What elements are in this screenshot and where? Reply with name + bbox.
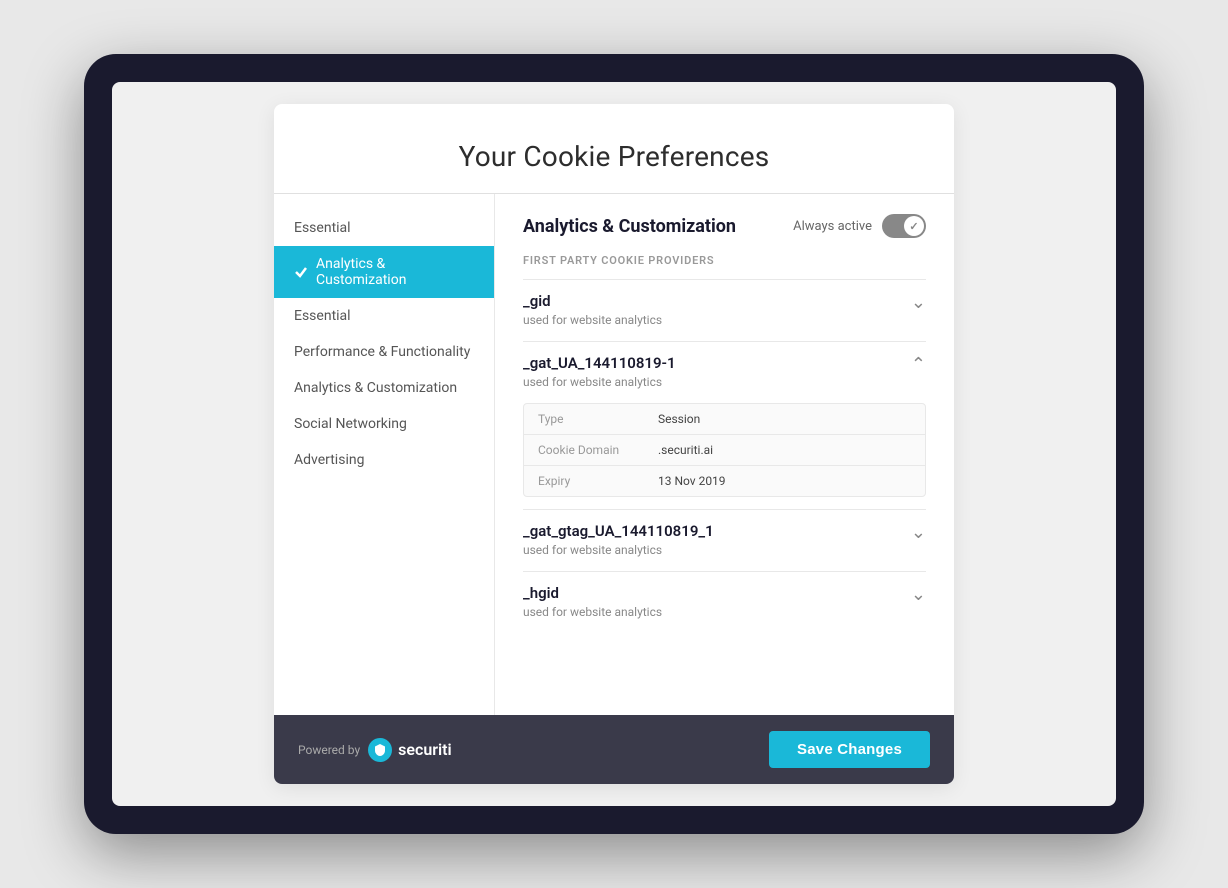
modal-body: Essential Analytics & Customization Esse… [274,194,954,715]
cookie-details-gat-ua: Type Session Cookie Domain .securiti.ai … [523,403,926,497]
cookie-desc-gat-ua: used for website analytics [523,375,676,389]
securiti-shield-icon [373,743,387,757]
content-header: Analytics & Customization Always active … [523,214,926,238]
chevron-down-icon-gat-gtag: ⌄ [911,524,926,542]
always-active-toggle[interactable]: ✓ [882,214,926,238]
sidebar-item-essential-top[interactable]: Essential [274,210,494,246]
device-frame: Your Cookie Preferences Essential Analyt… [84,54,1144,834]
cookie-desc-hgid: used for website analytics [523,605,662,619]
securiti-logo: securiti [368,738,452,762]
powered-by: Powered by securiti [298,738,452,762]
device-screen: Your Cookie Preferences Essential Analyt… [112,82,1116,806]
toggle-knob: ✓ [904,216,924,236]
toggle-check-icon: ✓ [909,220,918,233]
cookie-name-gat-gtag: _gat_gtag_UA_144110819_1 [523,522,714,540]
sidebar-item-social-networking[interactable]: Social Networking [274,406,494,442]
detail-value-type: Session [658,412,700,426]
securiti-brand-name: securiti [398,740,452,759]
detail-row-type: Type Session [524,404,925,435]
modal-header: Your Cookie Preferences [274,104,954,194]
detail-label-domain: Cookie Domain [538,443,658,457]
always-active-label: Always active [793,219,872,234]
content-title: Analytics & Customization [523,216,736,237]
sidebar-item-performance-functionality[interactable]: Performance & Functionality [274,334,494,370]
cookie-desc-gid: used for website analytics [523,313,662,327]
sidebar-item-analytics-customization-2[interactable]: Analytics & Customization [274,370,494,406]
chevron-up-icon-gat-ua: ⌃ [911,356,926,374]
sidebar-item-essential[interactable]: Essential [274,298,494,334]
cookie-row-gid[interactable]: _gid used for website analytics ⌄ [523,280,926,341]
cookie-row-gat-ua[interactable]: _gat_UA_144110819-1 used for website ana… [523,342,926,403]
cookie-item-hgid: _hgid used for website analytics ⌄ [523,571,926,633]
cookie-desc-gat-gtag: used for website analytics [523,543,714,557]
detail-value-domain: .securiti.ai [658,443,713,457]
always-active-container: Always active ✓ [793,214,926,238]
cookie-item-gat-ua: _gat_UA_144110819-1 used for website ana… [523,341,926,497]
cookie-item-gid: _gid used for website analytics ⌄ [523,279,926,341]
modal-title: Your Cookie Preferences [314,140,914,173]
save-changes-button[interactable]: Save Changes [769,731,930,768]
sidebar: Essential Analytics & Customization Esse… [274,194,494,715]
detail-label-type: Type [538,412,658,426]
cookie-row-hgid[interactable]: _hgid used for website analytics ⌄ [523,572,926,633]
content-area: Analytics & Customization Always active … [494,194,954,715]
chevron-down-icon-gid: ⌄ [911,294,926,312]
detail-value-expiry: 13 Nov 2019 [658,474,726,488]
sidebar-item-advertising[interactable]: Advertising [274,442,494,478]
chevron-down-icon-hgid: ⌄ [911,586,926,604]
cookie-row-gat-gtag[interactable]: _gat_gtag_UA_144110819_1 used for websit… [523,510,926,571]
sidebar-item-analytics-customization-active[interactable]: Analytics & Customization [274,246,494,298]
cookie-name-hgid: _hgid [523,584,662,602]
cookie-name-gid: _gid [523,292,662,310]
securiti-icon [368,738,392,762]
cookie-item-gat-gtag: _gat_gtag_UA_144110819_1 used for websit… [523,509,926,571]
powered-by-label: Powered by [298,743,360,757]
detail-label-expiry: Expiry [538,474,658,488]
detail-row-expiry: Expiry 13 Nov 2019 [524,466,925,496]
cookie-preferences-modal: Your Cookie Preferences Essential Analyt… [274,104,954,784]
section-label: FIRST PARTY COOKIE PROVIDERS [523,254,926,267]
modal-footer: Powered by securiti Save Changes [274,715,954,784]
cookie-name-gat-ua: _gat_UA_144110819-1 [523,354,676,372]
check-icon-active [294,265,308,279]
detail-row-domain: Cookie Domain .securiti.ai [524,435,925,466]
